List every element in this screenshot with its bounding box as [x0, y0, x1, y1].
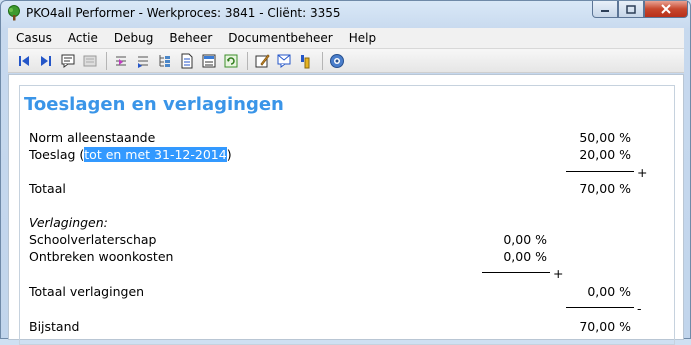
document-icon: [181, 53, 193, 68]
tools-icon: [301, 54, 310, 68]
step-over-button[interactable]: [133, 51, 153, 71]
tree-app-icon: [6, 5, 22, 21]
close-button[interactable]: [644, 1, 688, 18]
message-icon: [277, 54, 291, 68]
refresh-button[interactable]: [221, 51, 241, 71]
woon-label: Ontbreken woonkosten: [29, 249, 174, 264]
toolbar-separator: [322, 51, 323, 70]
menu-help[interactable]: Help: [341, 28, 384, 48]
tools-button[interactable]: [296, 51, 316, 71]
menu-bar: Casus Actie Debug Beheer Documentbeheer …: [8, 28, 684, 49]
last-record-button[interactable]: [36, 51, 56, 71]
verlagingen-heading: Verlagingen:: [29, 215, 108, 230]
school-label: Schoolverlaterschap: [29, 232, 157, 247]
plus-operator-1: +: [637, 165, 648, 180]
toeslag-suffix: ): [226, 147, 232, 162]
window-title: PKO4all Performer - Werkproces: 3841 - C…: [26, 6, 341, 20]
minimize-button[interactable]: [592, 1, 618, 18]
totaal-label: Totaal: [29, 181, 66, 196]
tree-button[interactable]: [155, 51, 175, 71]
totaal-verlagingen-label: Totaal verlagingen: [29, 284, 145, 299]
step-into-icon: [116, 56, 126, 65]
content-frame: [19, 85, 675, 345]
first-record-icon: [19, 55, 29, 66]
toolbar: [8, 49, 684, 73]
bijstand-label: Bijstand: [29, 319, 80, 334]
norm-label: Norm alleenstaande: [29, 130, 156, 145]
toeslag-label: Toeslag (tot en met 31-12-2014): [29, 146, 232, 163]
school-value: 0,00 %: [503, 232, 547, 247]
app-window: PKO4all Performer - Werkproces: 3841 - C…: [0, 0, 691, 345]
sum-line-2: [482, 272, 550, 273]
totaal-value: 70,00 %: [579, 181, 631, 196]
toeslag-value: 20,00 %: [579, 147, 631, 162]
plus-operator-2: +: [553, 266, 564, 281]
menu-documentbeheer[interactable]: Documentbeheer: [220, 28, 340, 48]
maximize-button[interactable]: [618, 1, 644, 18]
comment-button[interactable]: [58, 51, 78, 71]
help-icon: [330, 53, 344, 68]
step-over-icon: [138, 56, 148, 68]
content-area: Toeslagen en verlagingen Norm alleenstaa…: [8, 74, 684, 345]
page-title: Toeslagen en verlagingen: [24, 94, 284, 115]
menu-actie[interactable]: Actie: [60, 28, 106, 48]
woon-value: 0,00 %: [503, 249, 547, 264]
maximize-icon: [626, 4, 636, 14]
toeslag-selected-text[interactable]: tot en met 31-12-2014: [84, 147, 227, 162]
menu-debug[interactable]: Debug: [106, 28, 161, 48]
toolbar-separator: [106, 51, 107, 70]
totaal-verlagingen-value: 0,00 %: [587, 284, 631, 299]
menu-casus[interactable]: Casus: [8, 28, 60, 48]
minimize-icon: [601, 10, 609, 12]
norm-value: 50,00 %: [579, 130, 631, 145]
edit-button[interactable]: [252, 51, 272, 71]
edit-icon: [255, 53, 270, 67]
message-button[interactable]: [274, 51, 294, 71]
menu-beheer[interactable]: Beheer: [161, 28, 220, 48]
toolbar-separator: [247, 51, 248, 70]
toeslag-prefix: Toeslag (: [29, 147, 85, 162]
help-button[interactable]: [327, 51, 347, 71]
tree-icon: [159, 54, 170, 67]
grayed-doc-icon: [83, 55, 97, 66]
last-record-icon: [41, 55, 51, 66]
grayed-doc-button[interactable]: [80, 51, 100, 71]
bijstand-value: 70,00 %: [579, 319, 631, 334]
title-bar[interactable]: PKO4all Performer - Werkproces: 3841 - C…: [1, 1, 690, 27]
step-into-button[interactable]: [111, 51, 131, 71]
comment-icon: [61, 54, 75, 68]
document-button[interactable]: [177, 51, 197, 71]
refresh-icon: [224, 54, 238, 67]
list-button[interactable]: [199, 51, 219, 71]
sum-line-3: [566, 307, 634, 308]
minus-operator: -: [637, 301, 642, 316]
close-icon: [661, 4, 671, 14]
sum-line-1: [566, 171, 634, 172]
first-record-button[interactable]: [14, 51, 34, 71]
list-icon: [202, 54, 216, 67]
